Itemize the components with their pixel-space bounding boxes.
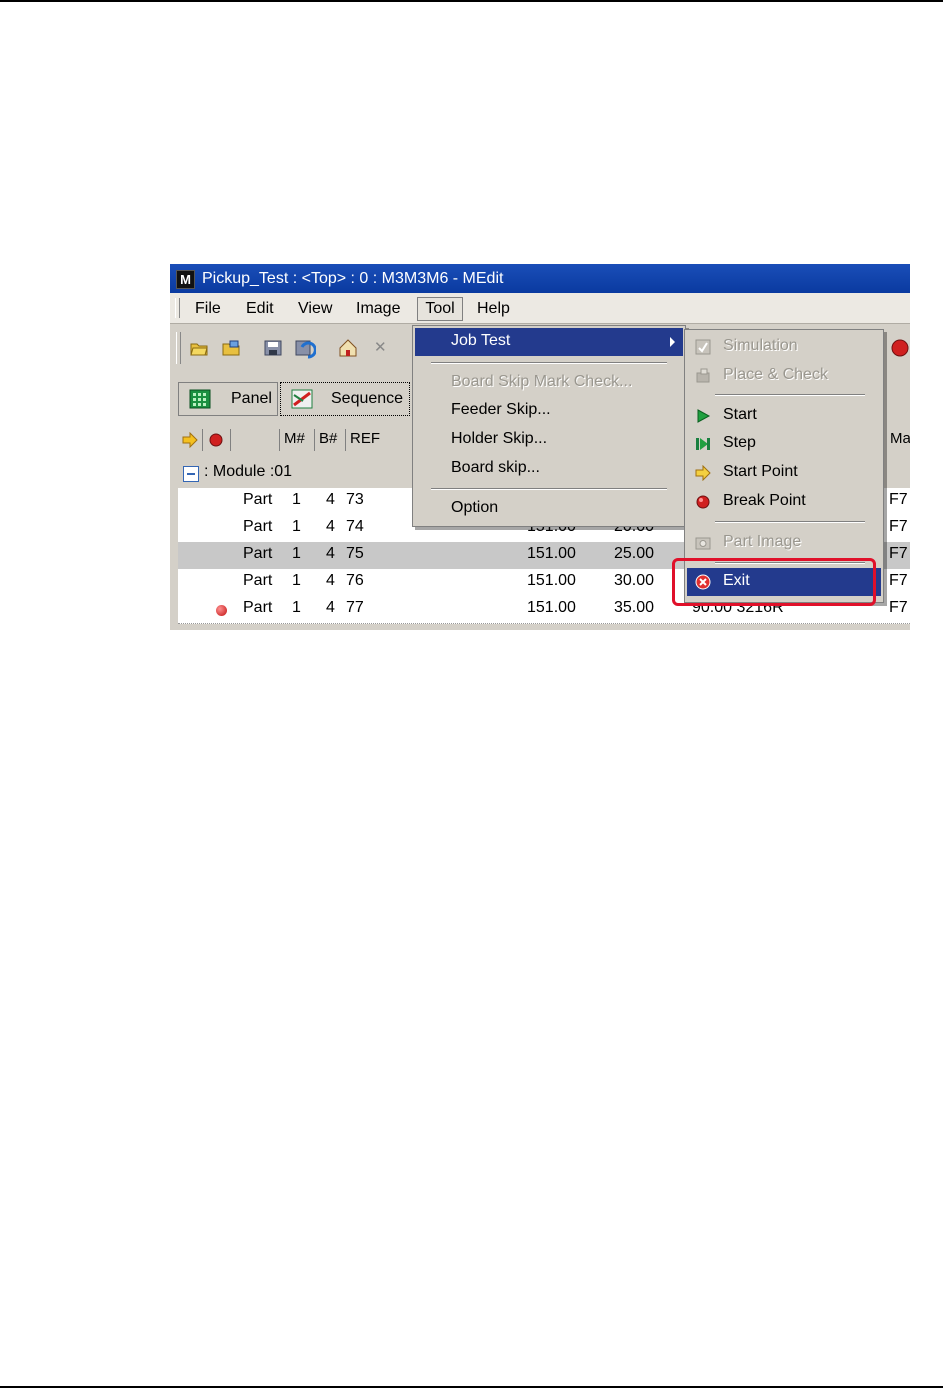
tab-panel[interactable]: Panel	[178, 382, 278, 416]
tool-menu: Job Test Board Skip Mark Check... Feeder…	[412, 325, 686, 527]
menu-divider	[431, 362, 667, 364]
menu-item-break-point[interactable]: Break Point	[687, 488, 881, 516]
menu-item-board-skip-mark-check[interactable]: Board Skip Mark Check...	[415, 369, 683, 397]
menu-item-job-test[interactable]: Job Test	[415, 328, 683, 356]
menu-item-start-point[interactable]: Start Point	[687, 459, 881, 487]
part-image-icon	[695, 537, 711, 550]
module-label: : Module :01	[204, 463, 293, 480]
toolbar-grip[interactable]	[176, 332, 181, 364]
break-point-icon	[696, 495, 710, 509]
tab-sequence[interactable]: Sequence	[280, 382, 410, 416]
break-point-icon	[216, 605, 227, 616]
simulation-icon	[695, 339, 711, 355]
menu-item-board-skip[interactable]: Board skip...	[415, 455, 683, 483]
menu-item-holder-skip[interactable]: Holder Skip...	[415, 426, 683, 454]
tab-panel-label: Panel	[231, 390, 272, 407]
panel-grid-icon	[189, 389, 211, 409]
menu-item-option[interactable]: Option	[415, 495, 683, 523]
menu-image[interactable]: Image	[356, 299, 400, 319]
menu-item-part-image[interactable]: Part Image	[687, 529, 881, 557]
step-icon	[696, 438, 710, 450]
open-recent-folder-icon[interactable]	[222, 340, 240, 356]
column-b[interactable]: B#	[319, 430, 337, 447]
save-as-refresh-icon[interactable]	[294, 337, 316, 359]
home-icon[interactable]	[338, 338, 358, 358]
menu-file[interactable]: File	[195, 299, 221, 319]
menubar-grip[interactable]	[175, 298, 180, 318]
place-check-icon	[696, 368, 710, 383]
callout-highlight	[672, 558, 876, 606]
menu-edit[interactable]: Edit	[246, 299, 274, 319]
column-ma[interactable]: Ma	[890, 430, 910, 447]
sequence-icon	[291, 389, 313, 409]
menu-view[interactable]: View	[298, 299, 332, 319]
menu-divider	[431, 488, 667, 490]
menu-item-place-check[interactable]: Place & Check	[687, 362, 881, 390]
start-point-arrow-icon	[182, 432, 198, 448]
start-point-arrow-icon	[695, 465, 711, 481]
window-title: Pickup_Test : <Top> : 0 : M3M3M6 - MEdit	[202, 270, 504, 287]
column-m[interactable]: M#	[284, 430, 305, 447]
menu-item-start[interactable]: Start	[687, 402, 881, 430]
menu-item-step[interactable]: Step	[687, 430, 881, 458]
break-point-icon	[209, 433, 223, 447]
submenu-arrow-icon	[670, 337, 675, 347]
open-folder-icon[interactable]	[190, 340, 208, 356]
record-stop-icon[interactable]	[890, 338, 910, 358]
start-play-icon	[697, 409, 711, 423]
column-ref[interactable]: REF	[350, 430, 380, 447]
app-icon: M	[176, 270, 195, 289]
menu-bar: File Edit View Image Tool Help	[170, 293, 910, 324]
menu-help[interactable]: Help	[477, 299, 510, 319]
menu-item-feeder-skip[interactable]: Feeder Skip...	[415, 397, 683, 425]
title-bar[interactable]: M Pickup_Test : <Top> : 0 : M3M3M6 - MEd…	[170, 264, 910, 293]
page-bottom-rule	[0, 1386, 943, 1388]
save-icon[interactable]	[264, 340, 282, 356]
close-x-icon[interactable]: ✕	[374, 340, 392, 356]
menu-item-simulation[interactable]: Simulation	[687, 333, 881, 361]
collapse-toggle[interactable]	[183, 466, 199, 482]
page-top-rule	[0, 0, 943, 2]
menu-divider	[715, 394, 865, 396]
menu-tool[interactable]: Tool	[417, 297, 463, 321]
tab-sequence-label: Sequence	[331, 390, 404, 407]
menu-divider	[715, 521, 865, 523]
